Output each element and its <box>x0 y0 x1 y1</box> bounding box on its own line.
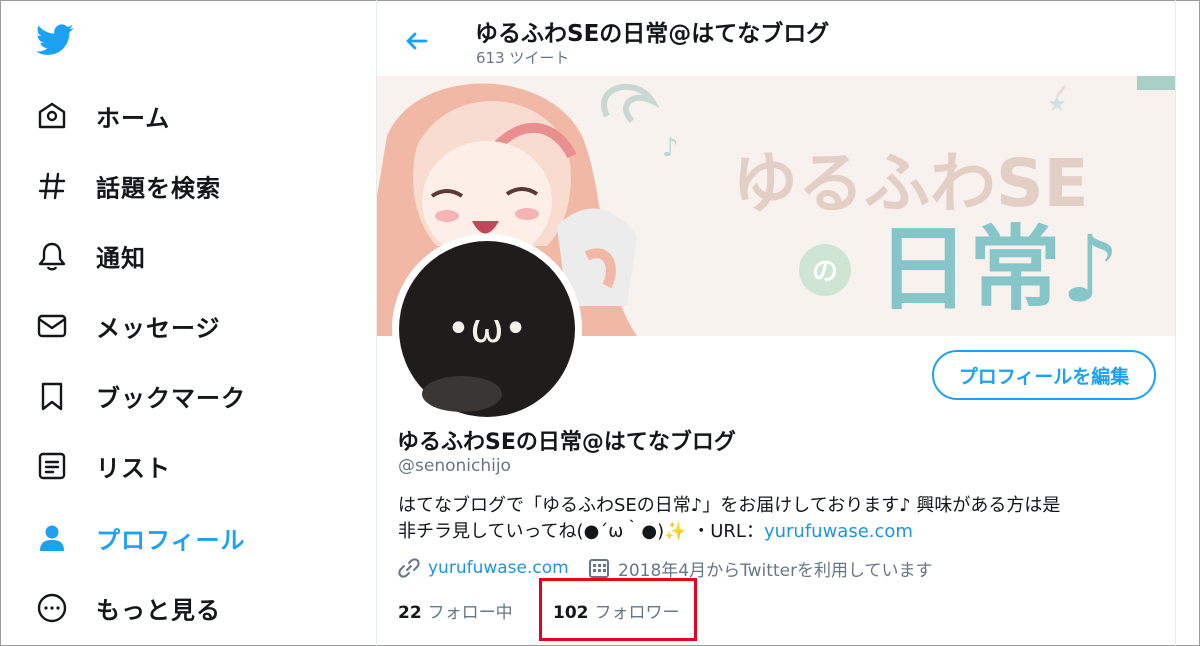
profile-handle: @senonichijo <box>398 456 511 476</box>
sparkle-emoji: ✨ <box>664 521 687 542</box>
home-icon <box>38 102 66 129</box>
joined-text: 2018年4月からTwitterを利用しています <box>618 560 933 581</box>
avatar-image: •ω• <box>392 234 582 424</box>
nav-messages[interactable]: メッセージ <box>0 298 330 354</box>
bookmark-icon <box>41 382 63 411</box>
more-icon <box>37 593 67 623</box>
nav-more[interactable]: もっと見る <box>0 580 330 636</box>
avatar-face: •ω• <box>447 306 528 352</box>
hashtag-icon <box>38 172 66 200</box>
followers-highlight-box <box>539 578 697 641</box>
nav-lists[interactable]: リスト <box>0 438 330 494</box>
back-arrow-icon[interactable] <box>402 26 432 56</box>
tweet-count: 613 ツイート <box>476 49 570 67</box>
bio-url-prefix: ・URL： <box>692 521 764 542</box>
profile-joined: 2018年4月からTwitterを利用しています <box>588 556 933 581</box>
list-icon <box>38 452 66 480</box>
mail-icon <box>37 314 67 338</box>
nav-explore-label: 話題を検索 <box>96 174 221 203</box>
profile-website: yurufuwase.com <box>398 556 569 580</box>
header-title: ゆるふわSEの日常@はてなブログ <box>475 21 830 47</box>
svg-text:♪: ♪ <box>662 133 679 163</box>
nav-home-label: ホーム <box>96 104 171 133</box>
bio-text: 非チラ見していってね(●´ω｀●) <box>398 521 665 542</box>
calendar-icon <box>589 559 609 578</box>
link-icon <box>398 558 420 578</box>
nav-more-label: もっと見る <box>96 596 221 625</box>
twitter-logo-icon[interactable] <box>36 24 74 56</box>
nav-profile[interactable]: プロフィール <box>0 510 330 566</box>
website-link[interactable]: yurufuwase.com <box>428 558 569 578</box>
banner-title-line1: ゆるふわSE <box>732 145 1089 222</box>
nav-notifications-label: 通知 <box>96 244 146 273</box>
nav-profile-label: プロフィール <box>96 526 246 555</box>
nav-notifications[interactable]: 通知 <box>0 228 330 284</box>
profile-bio-line1: はてなブログで「ゆるふわSEの日常♪」をお届けしております♪ 興味がある方は是 <box>398 495 1061 516</box>
avatar[interactable]: •ω• <box>392 234 582 424</box>
nav-messages-label: メッセージ <box>96 314 221 343</box>
column-divider-right <box>1175 0 1176 646</box>
following-label: フォロー中 <box>427 603 513 623</box>
profile-bio-line2: 非チラ見していってね(●´ω｀●)✨ ・URL：yurufuwase.com <box>398 517 913 543</box>
bell-icon <box>38 242 66 271</box>
edit-profile-button[interactable]: プロフィールを編集 <box>932 350 1156 400</box>
bio-url-link[interactable]: yurufuwase.com <box>764 521 913 542</box>
nav-bookmarks[interactable]: ブックマーク <box>0 368 330 424</box>
person-icon <box>40 525 64 551</box>
profile-name: ゆるふわSEの日常@はてなブログ <box>397 430 736 455</box>
following-count: 22 <box>398 603 422 623</box>
banner-title-mid: の <box>812 257 838 287</box>
nav-explore[interactable]: 話題を検索 <box>0 158 330 214</box>
nav-bookmarks-label: ブックマーク <box>96 384 246 413</box>
banner-title-line2: 日常♪ <box>877 216 1120 323</box>
svg-text:★: ★ <box>1047 92 1067 117</box>
nav-lists-label: リスト <box>96 454 171 483</box>
following-stat[interactable]: 22 フォロー中 <box>398 598 513 623</box>
nav-home[interactable]: ホーム <box>0 88 330 144</box>
